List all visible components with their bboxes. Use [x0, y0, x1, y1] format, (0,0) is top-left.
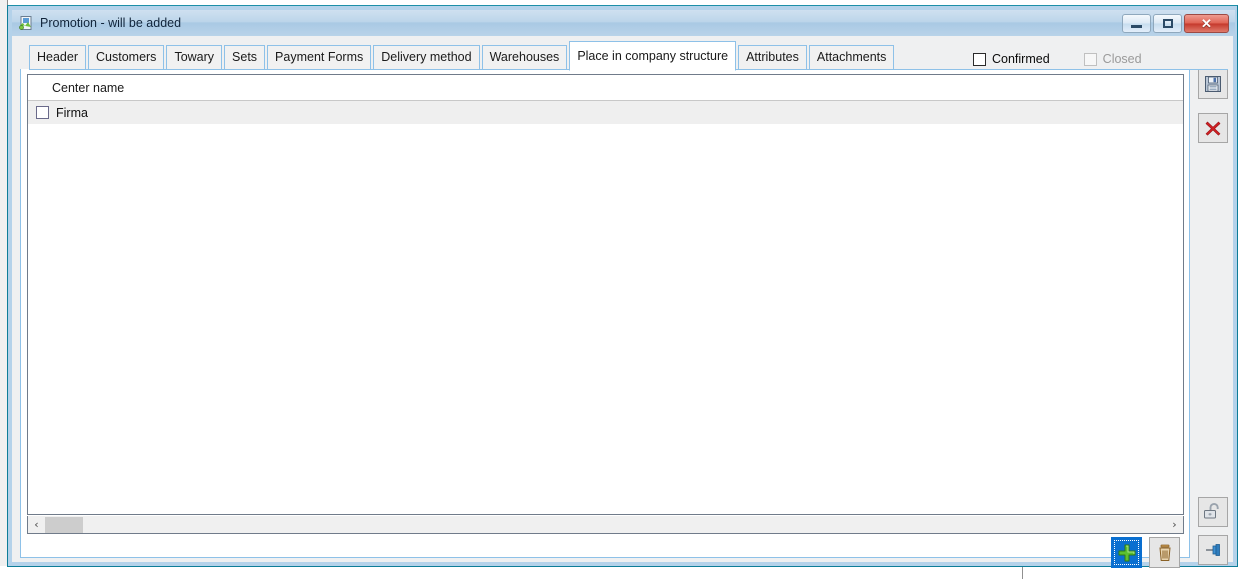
grid-rows: Firma — [28, 101, 1183, 124]
background-window-divider-vertical — [1022, 566, 1023, 579]
scroll-right-arrow-icon[interactable]: › — [1166, 517, 1183, 533]
screen-root: Promotion - will be added ✕ Header Custom… — [0, 0, 1238, 579]
floppy-disk-icon — [1205, 76, 1221, 92]
delete-button[interactable] — [1149, 537, 1180, 568]
scrollbar-thumb[interactable] — [45, 516, 83, 533]
title-bar[interactable]: Promotion - will be added ✕ — [12, 10, 1235, 36]
trash-can-icon — [1158, 544, 1171, 561]
tab-place-in-company-structure[interactable]: Place in company structure — [569, 41, 737, 71]
background-window-bottom — [0, 566, 1238, 579]
unlock-button[interactable] — [1198, 497, 1228, 527]
close-button[interactable]: ✕ — [1184, 13, 1229, 33]
cancel-button[interactable] — [1198, 113, 1228, 143]
pin-icon — [1206, 544, 1220, 556]
checkbox-confirmed-label: Confirmed — [992, 52, 1050, 66]
promotion-app-icon — [18, 15, 34, 31]
green-plus-icon — [1118, 544, 1135, 561]
tab-content-panel: Center name Firma ‹ › — [20, 69, 1190, 568]
tab-customers[interactable]: Customers — [88, 45, 165, 70]
promotion-dialog-window: Promotion - will be added ✕ Header Custom… — [7, 5, 1238, 568]
checkbox-confirmed[interactable]: Confirmed — [973, 52, 1050, 66]
close-icon: ✕ — [1201, 15, 1212, 31]
tab-warehouses[interactable]: Warehouses — [481, 45, 568, 70]
tab-sets[interactable]: Sets — [224, 45, 266, 70]
window-controls: ✕ — [1122, 13, 1229, 33]
window-title: Promotion - will be added — [40, 16, 182, 30]
maximize-icon — [1162, 18, 1173, 28]
pin-button[interactable] — [1198, 535, 1228, 565]
checkbox-closed-box — [1083, 52, 1097, 66]
minimize-button[interactable] — [1122, 13, 1151, 33]
row-center-name: Firma — [56, 105, 88, 120]
tab-delivery-method[interactable]: Delivery method — [373, 45, 480, 70]
red-x-icon — [1205, 121, 1221, 136]
grid-header-row: Center name — [28, 75, 1183, 101]
add-button[interactable] — [1111, 537, 1142, 568]
side-toolbar — [1196, 69, 1232, 565]
checkbox-confirmed-box[interactable] — [973, 52, 986, 66]
center-name-grid[interactable]: Center name Firma — [27, 74, 1184, 515]
open-padlock-icon — [1204, 502, 1219, 519]
checkbox-closed: Closed — [1083, 52, 1142, 66]
tab-towary[interactable]: Towary — [166, 45, 223, 70]
maximize-button[interactable] — [1153, 13, 1182, 33]
grid-horizontal-scrollbar[interactable]: ‹ › — [27, 516, 1184, 534]
grid-action-buttons — [1111, 537, 1180, 568]
row-checkbox[interactable] — [36, 106, 49, 119]
grid-empty-area — [28, 124, 1183, 513]
checkbox-closed-label: Closed — [1102, 52, 1142, 66]
scroll-left-arrow-icon[interactable]: ‹ — [28, 517, 45, 533]
minimize-icon — [1131, 25, 1142, 28]
tab-header[interactable]: Header — [29, 45, 86, 70]
table-row[interactable]: Firma — [28, 101, 1183, 124]
tab-payment-forms[interactable]: Payment Forms — [267, 45, 372, 70]
flag-checkbox-group: Confirmed Closed — [973, 52, 1142, 66]
tab-attributes[interactable]: Attributes — [738, 45, 807, 70]
tab-attachments[interactable]: Attachments — [808, 45, 895, 70]
tab-list: Header Customers Towary Sets Payment Forms De… — [29, 41, 896, 71]
column-header-center-name[interactable]: Center name — [28, 81, 124, 95]
save-button[interactable] — [1198, 69, 1228, 99]
scrollbar-track[interactable] — [45, 516, 1166, 533]
